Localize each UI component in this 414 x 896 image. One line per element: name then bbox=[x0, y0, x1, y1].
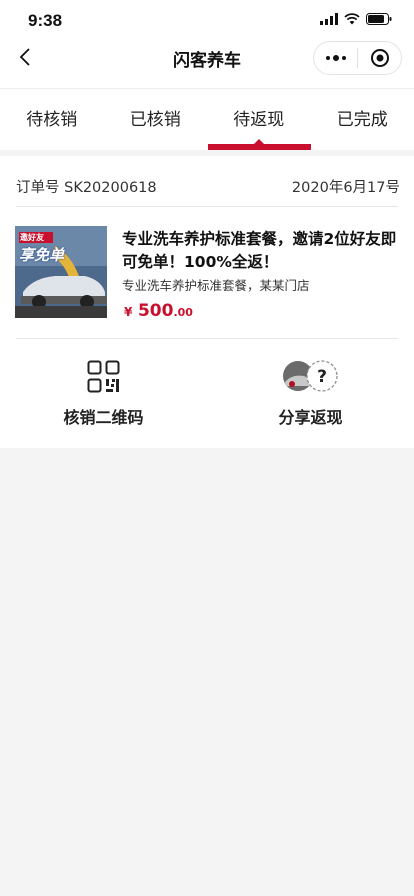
price-currency: ¥ bbox=[124, 305, 133, 319]
target-close-icon bbox=[370, 49, 389, 67]
price-decimal: .00 bbox=[173, 306, 193, 319]
battery-icon bbox=[366, 13, 392, 25]
share-cashback-button[interactable]: ? 分享返现 bbox=[207, 356, 414, 432]
order-date: 2020年6月17号 bbox=[291, 180, 400, 196]
more-dots-icon bbox=[325, 55, 346, 61]
active-tab-indicator bbox=[208, 144, 311, 150]
tab-verified[interactable]: 已核销 bbox=[104, 89, 208, 151]
divider bbox=[16, 338, 398, 339]
price-integer: 500 bbox=[137, 301, 174, 321]
order-number-label: 订单号 bbox=[16, 180, 60, 196]
nav-bar: 闪客养车 bbox=[0, 40, 414, 88]
product-image[interactable]: 邀好友 享免单 bbox=[15, 226, 107, 318]
svg-text:?: ? bbox=[317, 367, 327, 387]
status-bar: 9:38 bbox=[0, 0, 414, 40]
close-miniprogram-button[interactable] bbox=[358, 42, 401, 74]
qr-code-label: 核销二维码 bbox=[63, 408, 144, 427]
product-subtitle: 专业洗车养护标准套餐，某某门店 bbox=[122, 278, 310, 293]
tab-pending-verify[interactable]: 待核销 bbox=[0, 89, 104, 151]
qr-code-icon bbox=[87, 360, 120, 393]
order-number: 订单号 SK20200618 bbox=[16, 176, 157, 197]
product-title[interactable]: 专业洗车养护标准套餐，邀请2位好友即可免单！100%全返！ bbox=[122, 228, 398, 274]
divider bbox=[16, 206, 398, 207]
status-time: 9:38 bbox=[28, 11, 63, 30]
image-badge-text: 邀好友 bbox=[20, 233, 44, 242]
more-button[interactable] bbox=[314, 42, 357, 74]
share-avatars-icon: ? bbox=[283, 360, 338, 392]
order-card: 订单号 SK20200618 2020年6月17号 邀好友 享免单 专业洗车养护… bbox=[0, 156, 414, 448]
order-number-value: SK20200618 bbox=[64, 180, 157, 196]
signal-icon bbox=[320, 13, 338, 25]
image-headline-text: 享免单 bbox=[19, 246, 65, 264]
miniprogram-capsule bbox=[313, 41, 402, 75]
qr-code-button[interactable]: 核销二维码 bbox=[0, 356, 207, 432]
product-price: ¥ 500.00 bbox=[124, 301, 193, 321]
wifi-icon bbox=[344, 13, 360, 25]
tab-completed[interactable]: 已完成 bbox=[311, 89, 414, 151]
order-status-tabs: 待核销 已核销 待返现 已完成 bbox=[0, 88, 414, 150]
share-cashback-label: 分享返现 bbox=[278, 408, 343, 427]
